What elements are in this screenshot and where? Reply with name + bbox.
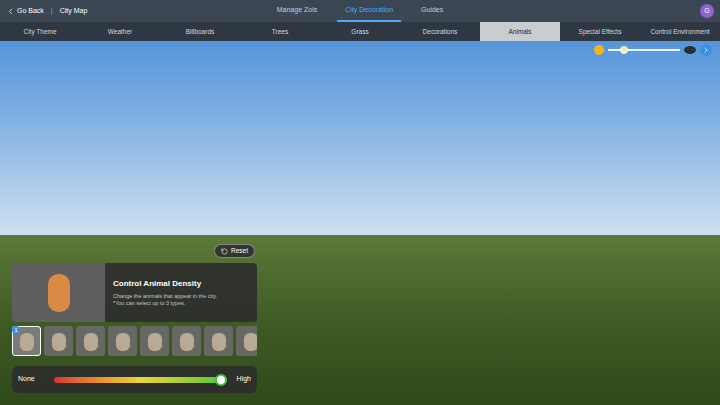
chevron-left-icon	[6, 7, 15, 16]
category-tab[interactable]: Weather	[80, 22, 160, 41]
selection-badge: 1	[12, 326, 20, 334]
main-tab[interactable]: Manage Zols	[269, 0, 325, 22]
main-tab[interactable]: City Decoration	[337, 0, 401, 22]
game-screen: Go Back | City Map Manage Zols City Decorati…	[0, 0, 720, 405]
density-min-label: None	[18, 374, 48, 385]
animal-thumbnail[interactable]	[140, 326, 169, 356]
info-panel: Control Animal Density Change the animals…	[12, 263, 257, 322]
animal-thumbnail[interactable]: 1	[12, 326, 41, 356]
animal-thumbnail[interactable]	[204, 326, 233, 356]
separator: |	[48, 6, 56, 17]
category-bar: City ThemeWeatherBillboardsTreesGrassDec…	[0, 22, 720, 41]
category-tab[interactable]: City Theme	[0, 22, 80, 41]
category-tab[interactable]: Animals	[480, 22, 560, 41]
density-slider-knob[interactable]	[215, 374, 227, 386]
user-avatar[interactable]: G	[700, 4, 714, 18]
animal-list: 1	[12, 326, 257, 356]
category-tab[interactable]: Decorations	[400, 22, 480, 41]
next-button[interactable]	[700, 44, 712, 56]
density-slider[interactable]	[54, 377, 227, 383]
reset-button[interactable]: Reset	[214, 244, 255, 258]
animal-thumbnail[interactable]	[108, 326, 137, 356]
category-tab[interactable]: Control Environment	[640, 22, 720, 41]
animal-thumbnail[interactable]	[44, 326, 73, 356]
reset-icon	[221, 248, 228, 255]
location-label: City Map	[60, 6, 88, 17]
panel-title: Control Animal Density	[113, 278, 249, 290]
category-tab[interactable]: Trees	[240, 22, 320, 41]
time-slider[interactable]	[608, 49, 680, 51]
density-slider-panel: None High	[12, 366, 257, 393]
density-max-label: High	[233, 374, 251, 385]
back-button[interactable]: Go Back	[6, 6, 44, 17]
animal-thumbnail[interactable]	[76, 326, 105, 356]
moon-icon	[683, 44, 697, 56]
animal-thumbnail[interactable]	[236, 326, 257, 356]
category-tab[interactable]: Grass	[320, 22, 400, 41]
panel-note: *You can select up to 3 types.	[113, 300, 249, 307]
main-tab[interactable]: Guides	[413, 0, 451, 22]
sun-icon	[593, 44, 605, 56]
animal-thumbnail[interactable]	[172, 326, 201, 356]
time-slider-knob[interactable]	[620, 46, 628, 54]
chevron-right-icon	[702, 46, 710, 54]
category-tab[interactable]: Billboards	[160, 22, 240, 41]
category-tab[interactable]: Special Effects	[560, 22, 640, 41]
animal-preview	[12, 263, 105, 322]
top-bar: Go Back | City Map Manage Zols City Decorati…	[0, 0, 720, 22]
panel-description: Change the animals that appear in the ci…	[113, 293, 249, 300]
